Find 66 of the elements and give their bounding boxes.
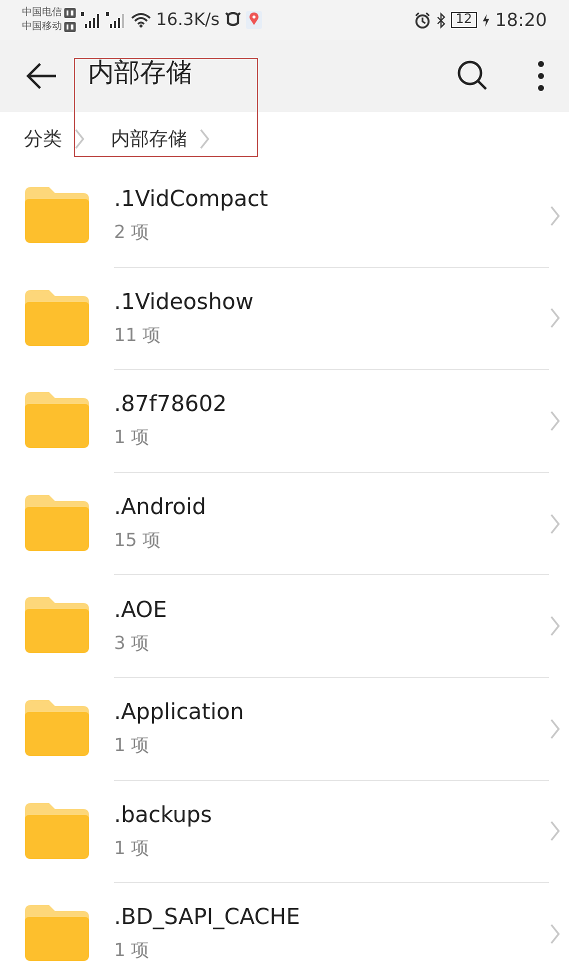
chevron-icon (549, 820, 561, 842)
item-count: 3 项 (114, 632, 150, 655)
folder-name: .Android (114, 495, 208, 520)
more-button[interactable] (537, 60, 545, 92)
alarm-icon (414, 12, 431, 28)
folder-row[interactable]: .Application 1 项 (0, 678, 569, 781)
folder-name: .Application (114, 700, 245, 726)
chevron-icon (74, 128, 85, 150)
folder-icon (25, 802, 89, 859)
back-button[interactable] (26, 62, 58, 90)
chevron-icon (549, 922, 561, 945)
item-count: 1 项 (114, 939, 150, 962)
signal-icon (81, 12, 101, 28)
folder-name: .1Videoshow (114, 290, 254, 315)
chevron-icon (549, 615, 561, 638)
folder-name: .87f78602 (114, 392, 228, 418)
folder-name: .AOE (114, 598, 168, 623)
chevron-icon (549, 204, 561, 227)
item-count: 1 项 (114, 426, 150, 450)
item-count: 1 项 (114, 734, 150, 758)
chevron-icon (199, 128, 210, 150)
folder-row[interactable]: .BD_SAPI_CACHE 1 项 (0, 883, 569, 963)
folder-row[interactable]: .1VidCompact 2 项 (0, 165, 569, 268)
item-count: 1 项 (114, 836, 150, 860)
back-arrow-icon (26, 62, 58, 90)
more-icon (537, 60, 545, 92)
hd-icon (64, 8, 76, 18)
carrier-name: 中国电信 (22, 7, 62, 19)
folder-name: .BD_SAPI_CACHE (114, 905, 302, 930)
item-count: 11 项 (114, 324, 162, 347)
folder-row[interactable]: .AOE 3 项 (0, 575, 569, 678)
bluetooth-icon (436, 12, 446, 28)
folder-icon (25, 290, 89, 346)
folder-name: .backups (114, 802, 213, 828)
breadcrumb-item[interactable]: 分类 (24, 126, 62, 152)
battery-level: 12 (450, 12, 478, 28)
item-count: 2 项 (114, 221, 150, 244)
chevron-icon (549, 410, 561, 432)
folder-icon (25, 187, 89, 243)
map-pin-icon (246, 11, 262, 29)
folder-icon (25, 597, 89, 654)
breadcrumb-item[interactable]: 内部存储 (111, 126, 187, 152)
clock-time: 18:20 (495, 10, 547, 30)
folder-icon (25, 905, 89, 962)
wifi-icon (131, 12, 151, 28)
folder-row[interactable]: .87f78602 1 项 (0, 370, 569, 473)
search-button[interactable] (457, 60, 489, 92)
charging-icon (482, 12, 490, 28)
signal-icon (106, 12, 126, 28)
chevron-icon (549, 512, 561, 535)
search-icon (457, 60, 489, 92)
chevron-icon (549, 307, 561, 330)
folder-row[interactable]: .1Videoshow 11 项 (0, 268, 569, 370)
item-count: 15 项 (114, 529, 162, 552)
folder-icon (25, 392, 89, 448)
folder-icon (25, 494, 89, 551)
page-title: 内部存储 (88, 56, 193, 90)
folder-row[interactable]: .Android 15 项 (0, 472, 569, 576)
hd-icon (64, 22, 76, 32)
folder-row[interactable]: .backups 1 项 (0, 780, 569, 884)
bell-icon (224, 12, 241, 28)
carrier-name: 中国移动 (22, 21, 62, 33)
network-speed: 16.3K/s (156, 10, 220, 30)
folder-icon (25, 700, 89, 756)
chevron-icon (549, 718, 561, 740)
folder-name: .1VidCompact (114, 187, 270, 212)
